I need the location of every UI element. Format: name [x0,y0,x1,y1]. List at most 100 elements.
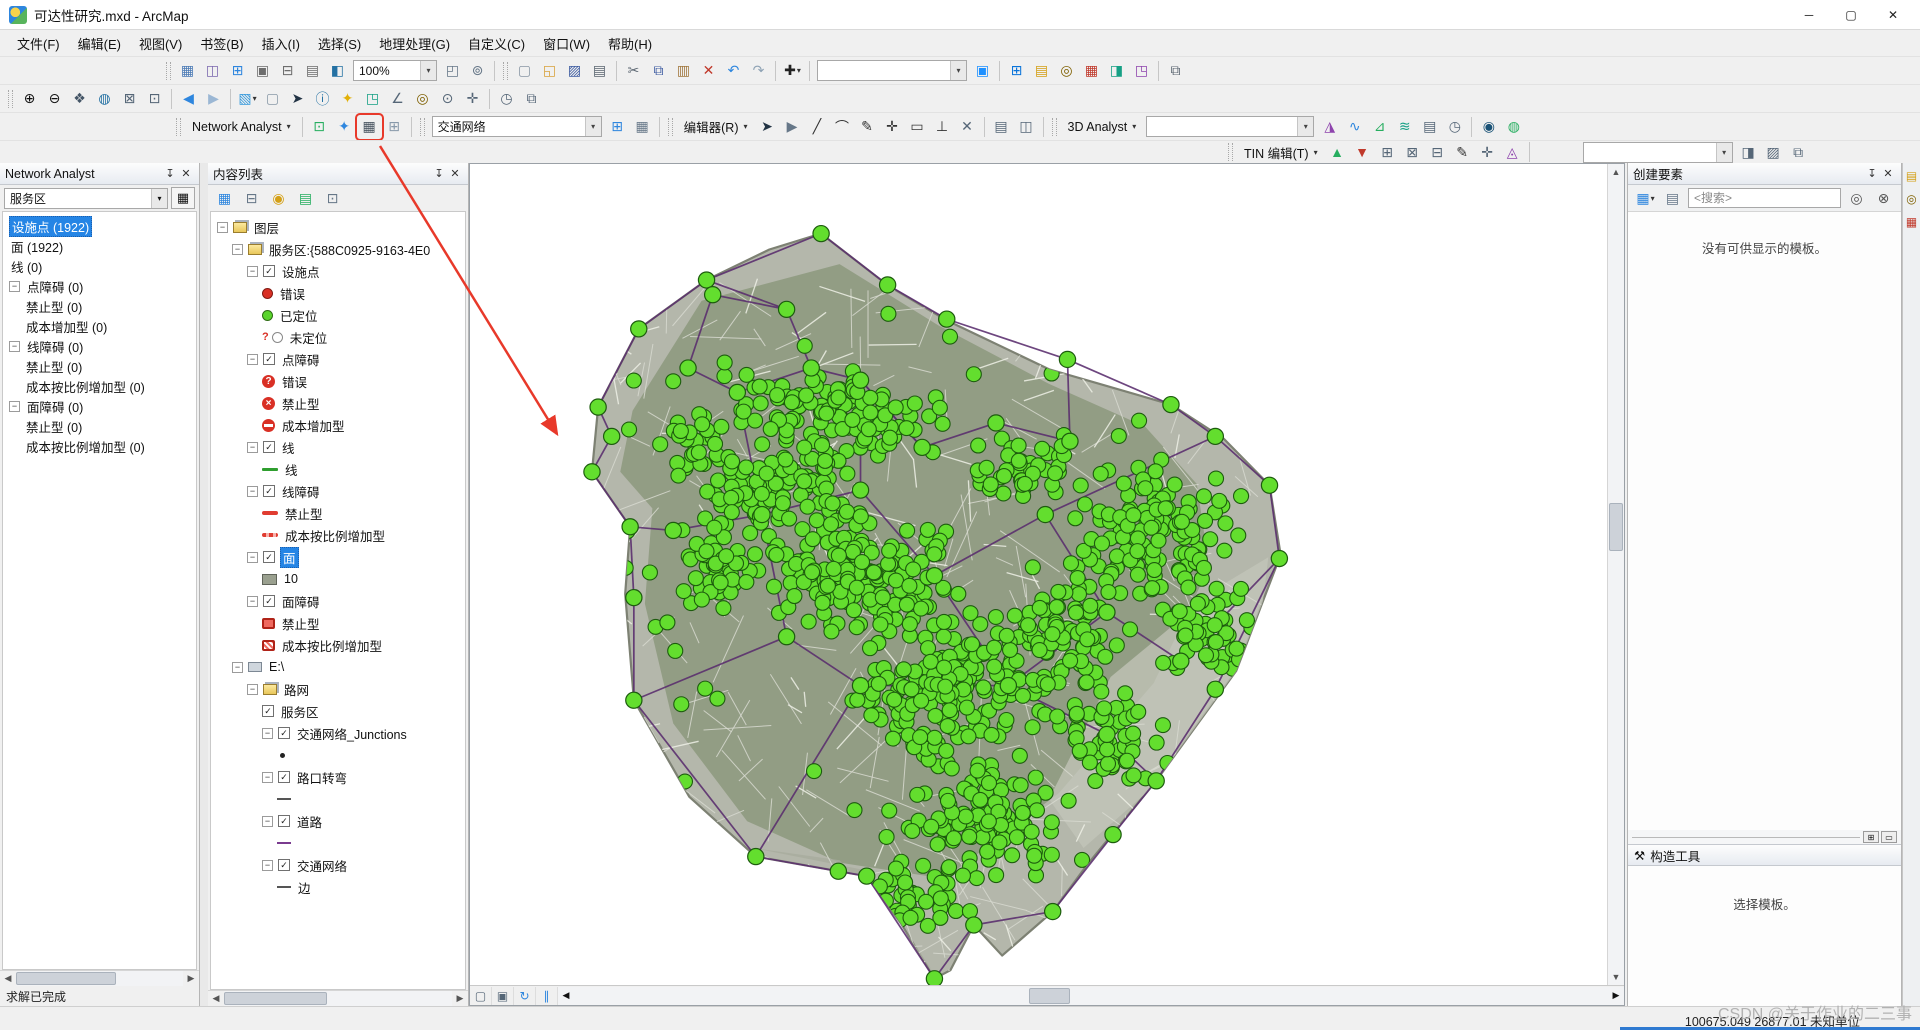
expand-templates-icon[interactable]: ⊞ [1863,831,1879,843]
close-button[interactable]: ✕ [1872,1,1914,29]
editor-menu[interactable]: 编辑器(R) [677,115,755,138]
pause-drawing-button[interactable]: ∥ [536,986,558,1005]
layer-checkbox[interactable]: ✓ [262,705,274,717]
data-view-button[interactable]: ▢ [470,986,492,1005]
zoom-page-icon[interactable]: ⊞ [226,60,249,82]
toolbar-grip[interactable] [166,61,171,80]
layer-checkbox[interactable]: ✓ [263,353,275,365]
full-extent-icon[interactable]: ◍ [93,88,116,110]
toc-tree-row[interactable]: 边 [211,876,465,898]
zoom-out-icon[interactable]: ⊖ [43,88,66,110]
close-icon[interactable]: ✕ [447,166,463,182]
catalog-window-icon[interactable]: ▤ [1030,60,1053,82]
arc-segment-icon[interactable]: ⌒ [831,116,854,138]
new-document-icon[interactable]: ▢ [513,60,536,82]
tin-edit-icon[interactable]: ✎ [1451,141,1474,163]
cut-icon[interactable]: ✂ [622,60,645,82]
create-features-splitter[interactable]: ⊞ ▭ [1628,830,1901,844]
scroll-right-icon[interactable]: ▶ [452,991,468,1007]
catalog-tab-icon[interactable]: ▤ [1906,169,1917,183]
menu-item-4[interactable]: 插入(I) [253,30,309,57]
effects-brightness-icon[interactable]: ▨ [1762,141,1785,163]
na-tree-row[interactable]: − 面障碍 (0) [3,396,196,416]
toc-tree-row[interactable]: − 服务区:{588C0925-9163-4E0 [211,238,465,260]
pin-icon[interactable]: ↧ [1864,166,1880,182]
clear-selection-icon[interactable]: ▢ [261,88,284,110]
menu-item-1[interactable]: 编辑(E) [69,30,130,57]
close-icon[interactable]: ✕ [178,166,194,182]
search-go-icon[interactable]: ◎ [1845,187,1868,209]
toolbar-grip[interactable] [1051,117,1057,136]
na-tree-row[interactable]: 成本按比例增加型 (0) [3,376,196,396]
pin-icon[interactable]: ↧ [431,166,447,182]
toc-tree-row[interactable]: − ✓ 线 [211,436,465,458]
expander-icon[interactable]: − [247,683,258,695]
effects-layer-combo[interactable]: ▾ [1582,141,1733,163]
scale-combo[interactable]: ▾ [817,60,967,81]
chevron-down-icon[interactable]: ▾ [151,188,167,208]
list-by-source-icon[interactable]: ⊟ [240,187,263,209]
toc-tree-row[interactable]: 禁止型 [211,612,465,634]
open-document-icon[interactable]: ◱ [538,60,561,82]
network-dataset-combo[interactable]: 交通网络 ▾ [431,116,602,137]
add-data-icon[interactable]: ✚ ▾ [781,60,804,82]
go-to-xy-icon[interactable]: ✛ [461,88,484,110]
build-network-icon[interactable]: ▦ [631,116,654,138]
print-icon[interactable]: ▤ [588,60,611,82]
pan-icon[interactable]: ❖ [68,88,91,110]
tin-editing-menu[interactable]: TIN 编辑(T) [1237,141,1325,163]
maximize-button[interactable]: ▢ [1830,1,1872,29]
expander-icon[interactable]: − [262,815,273,827]
layer-checkbox[interactable]: ✓ [278,771,290,783]
menu-item-8[interactable]: 窗口(W) [534,30,599,57]
expander-icon[interactable]: − [247,485,258,497]
3d-analyst-menu[interactable]: 3D Analyst [1061,118,1144,136]
globe-green-icon[interactable]: ◍ [1502,116,1525,138]
tin-modify-icon[interactable]: ⊞ [1376,141,1399,163]
create-network-location-icon[interactable]: ⊡ [308,116,331,138]
toc-tree-row[interactable]: 已定位 [211,304,465,326]
toc-tree-row[interactable]: − ✓ 交通网络_Junctions [211,722,465,744]
directions-icon[interactable]: ⊞ [383,116,406,138]
expander-icon[interactable]: − [247,551,258,563]
toc-tree-row[interactable]: − ✓ 面障碍 [211,590,465,612]
window-icon[interactable]: ⧉ [1164,60,1187,82]
collapse-templates-icon[interactable]: ▭ [1881,831,1897,843]
undo-icon[interactable]: ↶ [722,60,745,82]
toc-tree-row[interactable]: ✓ 服务区 [211,700,465,722]
save-icon[interactable]: ▨ [563,60,586,82]
toc-tree-row[interactable]: − 路网 [211,678,465,700]
back-extent-icon[interactable]: ◀ [177,88,200,110]
edit-annotation-icon[interactable]: ▶ [781,116,804,138]
zoom-percent-combo[interactable]: 100% ▾ [353,60,437,81]
select-elements-icon[interactable]: ➤ [286,88,309,110]
na-window-button[interactable]: ▦ [171,187,195,209]
map-vscrollbar[interactable]: ▲ ▼ [1607,164,1624,985]
na-tree-row[interactable]: − 线障碍 (0) [3,336,196,356]
toc-tree-row[interactable]: − ✓ 线障碍 [211,480,465,502]
chevron-down-icon[interactable]: ▾ [420,61,436,80]
expander-icon[interactable]: − [262,771,273,783]
hscroll-thumb[interactable] [1028,987,1071,1004]
effects-contrast-icon[interactable]: ◨ [1737,141,1760,163]
layer-checkbox[interactable]: ✓ [263,441,275,453]
toc-tree-row[interactable]: 成本按比例增加型 [211,634,465,656]
toc-window-icon[interactable]: ⊞ [1005,60,1028,82]
python-window-icon[interactable]: ◨ [1105,60,1128,82]
forward-extent-icon[interactable]: ▶ [202,88,225,110]
toc-tree-row[interactable]: ? 未定位 [211,326,465,348]
fixed-zoom-in-icon[interactable]: ⊠ [118,88,141,110]
template-search-input[interactable] [1688,188,1841,208]
time-slider-icon[interactable]: ◷ [495,88,518,110]
toolbox-tab-icon[interactable]: ▦ [1906,215,1917,229]
solve-icon[interactable]: ▦ [354,113,384,140]
network-analyst-menu[interactable]: Network Analyst [185,118,298,136]
toggle-view-icon[interactable]: ▤ [301,60,324,82]
network-identify-icon[interactable]: ⊞ [606,116,629,138]
expander-icon[interactable]: − [247,265,258,277]
toolbar-grip[interactable] [419,117,425,136]
network-location-properties-icon[interactable]: ✦ [333,116,356,138]
layer-checkbox[interactable]: ✓ [278,859,290,871]
na-tree-row[interactable]: 成本按比例增加型 (0) [3,436,196,456]
toc-tree-row[interactable]: − ✓ 面 [211,546,465,568]
